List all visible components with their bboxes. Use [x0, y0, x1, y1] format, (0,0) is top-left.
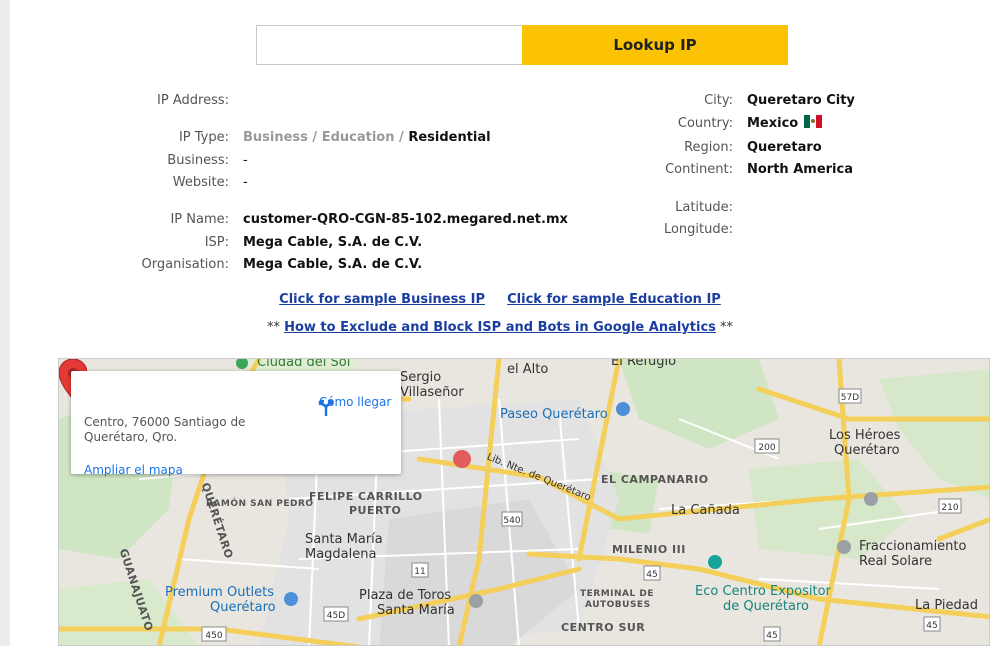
- shield-45: 45: [926, 621, 937, 631]
- map-label-autobuses: AUTOBUSES: [585, 600, 651, 610]
- map-label-la-piedad: La Piedad: [915, 598, 978, 613]
- shield-45: 45: [646, 570, 657, 580]
- lookup-ip-button[interactable]: Lookup IP: [522, 25, 788, 65]
- city-row: City: Queretaro City: [10, 92, 855, 110]
- sample-business-link[interactable]: Click for sample Business IP: [279, 292, 485, 307]
- organisation-value: Mega Cable, S.A. de C.V.: [243, 257, 423, 272]
- link-suffix: **: [715, 320, 734, 335]
- shield-11: 11: [414, 567, 425, 577]
- map-label-fraccionamiento: Fraccionamiento: [859, 539, 967, 554]
- shield-200: 200: [758, 443, 775, 453]
- map-label-sergio: Sergio: [400, 370, 442, 385]
- country-name: Mexico: [747, 116, 799, 131]
- continent-value: North America: [747, 162, 853, 177]
- map-label-los-heroes-qro: Querétaro: [834, 443, 900, 458]
- link-prefix: **: [266, 320, 285, 335]
- map-label-eco-centro-qro: de Querétaro: [723, 599, 809, 614]
- map-label-plaza-santa-maria: Santa María: [377, 603, 455, 618]
- latitude-row: Latitude:: [10, 199, 747, 217]
- map-label-ramon-san-pedro: RAMÓN SAN PEDRO: [206, 499, 314, 509]
- map-label-la-canada: La Cañada: [671, 503, 740, 518]
- map-label-felipe-carrillo: FELIPE CARRILLO: [309, 490, 423, 503]
- region-label: Region:: [684, 140, 733, 155]
- map-label-real-solare: Real Solare: [859, 554, 932, 569]
- organisation-row: Organisation: Mega Cable, S.A. de C.V.: [10, 256, 423, 274]
- city-label: City:: [704, 93, 733, 108]
- map-label-los-heroes: Los Héroes: [829, 428, 901, 443]
- mexico-flag-icon: [804, 115, 823, 128]
- shield-540: 540: [503, 516, 520, 526]
- shield-57d: 57D: [841, 393, 859, 403]
- map-label-ciudad-del-sol: Ciudad del Sol: [257, 358, 351, 370]
- lookup-form: Lookup IP: [256, 25, 788, 65]
- country-label: Country:: [677, 116, 733, 131]
- shield-210: 210: [941, 503, 958, 513]
- google-map[interactable]: 540 11 45 57D 200 210 45D 450 45 45 Ciud…: [58, 358, 990, 646]
- continent-label: Continent:: [665, 162, 733, 177]
- ip-input[interactable]: [256, 25, 522, 65]
- directions-button[interactable]: Cómo llegar: [315, 395, 395, 416]
- map-label-el-refugio: El Refugio: [611, 358, 677, 369]
- sample-education-link[interactable]: Click for sample Education IP: [507, 292, 721, 307]
- organisation-label: Organisation:: [141, 257, 229, 272]
- exclude-isp-link[interactable]: How to Exclude and Block ISP and Bots in…: [284, 320, 716, 335]
- map-label-paseo-queretaro: Paseo Querétaro: [500, 407, 608, 422]
- sample-links: Click for sample Business IP Click for s…: [10, 292, 990, 307]
- continent-row: Continent: North America: [10, 161, 853, 179]
- map-label-eco-centro: Eco Centro Expositor: [695, 584, 831, 599]
- directions-icon: [318, 399, 334, 416]
- longitude-label: Longitude:: [663, 222, 733, 237]
- shield-45d: 45D: [327, 611, 345, 621]
- map-label-villasenor: Villaseñor: [400, 385, 464, 400]
- map-label-puerto: PUERTO: [349, 504, 402, 517]
- map-label-el-campanario: EL CAMPANARIO: [601, 473, 709, 486]
- region-row: Region: Queretaro: [10, 139, 822, 157]
- analytics-link-line: ** How to Exclude and Block ISP and Bots…: [10, 320, 990, 335]
- map-label-premium-queretaro: Querétaro: [210, 600, 276, 615]
- map-label-el-alto: el Alto: [507, 362, 549, 377]
- region-value: Queretaro: [747, 140, 822, 155]
- main-panel: Lookup IP IP Address: IP Type: Business …: [10, 0, 1000, 646]
- longitude-row: Longitude:: [10, 221, 747, 239]
- enlarge-map-link[interactable]: Ampliar el mapa: [84, 463, 183, 477]
- map-label-centro-sur: CENTRO SUR: [561, 621, 646, 634]
- shield-450: 450: [205, 631, 222, 641]
- map-label-premium-outlets: Premium Outlets: [165, 585, 275, 600]
- map-label-santa-maria: Santa María: [305, 532, 383, 547]
- shield-45: 45: [766, 631, 777, 641]
- country-value: Mexico: [747, 115, 823, 133]
- map-info-card: Centro, 76000 Santiago de Querétaro, Qro…: [71, 371, 401, 477]
- map-label-magdalena: Magdalena: [305, 547, 377, 562]
- city-value: Queretaro City: [747, 93, 855, 108]
- map-label-plaza-de-toros: Plaza de Toros: [359, 588, 452, 603]
- country-row: Country: Mexico: [10, 115, 823, 133]
- latitude-label: Latitude:: [675, 200, 733, 215]
- map-address: Centro, 76000 Santiago de Querétaro, Qro…: [84, 415, 246, 444]
- map-label-milenio: MILENIO III: [612, 543, 686, 556]
